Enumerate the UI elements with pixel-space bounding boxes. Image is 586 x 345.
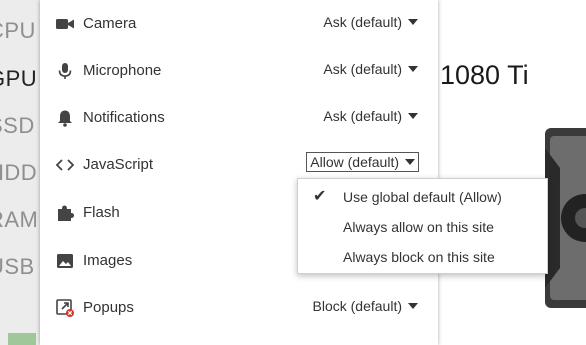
permission-row-camera[interactable]: Camera Ask (default) — [40, 2, 438, 48]
background-sidebar: CPU GPU SSD HDD RAM USB — [0, 0, 40, 345]
permission-value: Allow (default) — [310, 154, 399, 170]
permission-row-popups[interactable]: Popups Block (default) — [40, 286, 438, 332]
page-title: 1080 Ti — [440, 60, 529, 90]
menu-item-label: Use global default (Allow) — [343, 189, 502, 205]
camera-icon — [55, 14, 75, 34]
menu-item-label: Always allow on this site — [343, 219, 494, 235]
puzzle-icon — [55, 203, 75, 223]
site-settings-panel: Camera Ask (default) Microphone Ask (def… — [40, 0, 438, 345]
nav-item-ram[interactable]: RAM — [0, 207, 40, 233]
menu-item-always-allow[interactable]: Always allow on this site — [298, 212, 547, 242]
permission-label: Microphone — [83, 62, 162, 79]
permission-label: Notifications — [83, 109, 165, 126]
menu-item-use-global-default[interactable]: ✔ Use global default (Allow) — [298, 182, 547, 212]
dropdown-caret-icon — [408, 113, 418, 119]
nav-item-gpu[interactable]: GPU — [0, 66, 40, 92]
permission-row-notifications[interactable]: Notifications Ask (default) — [40, 96, 438, 142]
permission-select-javascript[interactable]: Allow (default) — [306, 152, 419, 172]
permission-value: Ask (default) — [323, 14, 402, 30]
permission-value: Ask (default) — [323, 61, 402, 77]
background-strip — [8, 333, 36, 345]
permission-label: Camera — [83, 15, 137, 32]
permission-select-notifications[interactable]: Ask (default) — [323, 108, 418, 124]
permission-value: Block (default) — [312, 298, 402, 314]
nav-item-cpu[interactable]: CPU — [0, 18, 40, 44]
menu-item-always-block[interactable]: Always block on this site — [298, 242, 547, 272]
nav-item-hdd[interactable]: HDD — [0, 160, 40, 186]
image-icon — [55, 251, 75, 271]
dropdown-caret-icon — [408, 303, 418, 309]
javascript-dropdown-menu: ✔ Use global default (Allow) Always allo… — [297, 178, 548, 274]
microphone-icon — [55, 61, 75, 81]
permission-select-popups[interactable]: Block (default) — [313, 298, 418, 314]
permission-value: Ask (default) — [323, 108, 402, 124]
dropdown-caret-icon — [405, 159, 415, 165]
menu-item-label: Always block on this site — [343, 249, 495, 265]
permission-label: Images — [83, 252, 133, 269]
bell-icon — [55, 108, 75, 128]
code-icon — [55, 155, 75, 175]
nav-item-usb[interactable]: USB — [0, 254, 40, 280]
popup-blocked-icon — [55, 298, 75, 318]
permission-label: Popups — [83, 299, 134, 316]
permission-row-microphone[interactable]: Microphone Ask (default) — [40, 49, 438, 95]
checkmark-icon: ✔ — [313, 188, 327, 205]
dropdown-caret-icon — [408, 19, 418, 25]
dropdown-caret-icon — [408, 66, 418, 72]
permission-label: Flash — [83, 204, 120, 221]
permission-select-microphone[interactable]: Ask (default) — [323, 61, 418, 77]
permission-label: JavaScript — [83, 156, 154, 173]
permission-select-camera[interactable]: Ask (default) — [323, 14, 418, 30]
nav-item-ssd[interactable]: SSD — [0, 113, 40, 139]
